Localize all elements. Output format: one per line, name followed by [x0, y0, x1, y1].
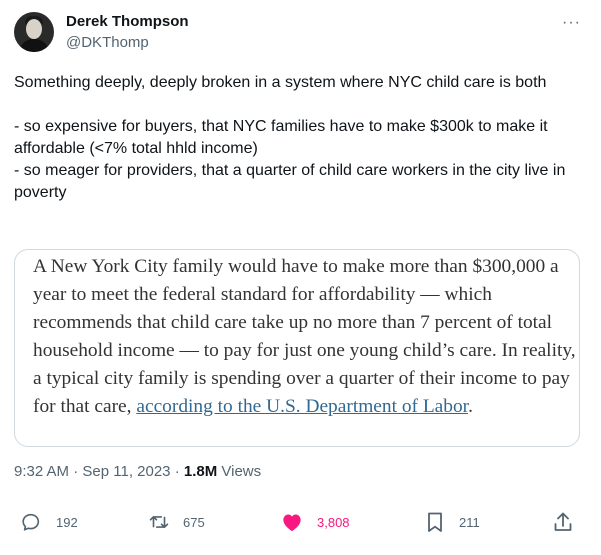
reply-count: 192: [56, 514, 78, 530]
repost-button[interactable]: 675: [147, 508, 205, 536]
more-options-icon[interactable]: ···: [562, 14, 581, 32]
bookmark-icon: [428, 512, 442, 532]
author-handle[interactable]: @DKThomp: [66, 34, 149, 51]
quote-end: .: [468, 396, 473, 417]
author-name[interactable]: Derek Thompson: [66, 13, 189, 30]
like-button[interactable]: 3,808: [281, 508, 350, 536]
tweet-header: Derek Thompson @DKThomp ···: [14, 12, 587, 56]
share-button[interactable]: [553, 508, 573, 536]
like-count: 3,808: [317, 514, 350, 530]
repost-count: 675: [183, 514, 205, 530]
quote-image-card[interactable]: A New York City family would have to mak…: [14, 249, 580, 447]
tweet-time[interactable]: 9:32 AM: [14, 463, 69, 480]
quote-body: A New York City family would have to mak…: [33, 256, 576, 417]
views-label: Views: [217, 463, 262, 480]
quote-link[interactable]: according to the U.S. Department of Labo…: [136, 396, 468, 417]
reply-button[interactable]: 192: [20, 508, 78, 536]
heart-icon: [283, 514, 301, 532]
tweet-meta: 9:32 AM · Sep 11, 2023 · 1.8M Views: [14, 463, 262, 480]
tweet-date[interactable]: Sep 11, 2023: [82, 463, 170, 480]
action-bar: 192 675 3,808 211: [0, 508, 601, 536]
quote-text: A New York City family would have to mak…: [33, 253, 578, 421]
tweet-text: Something deeply, deeply broken in a sys…: [14, 74, 566, 201]
views-count: 1.8M: [183, 463, 218, 480]
bookmark-count: 211: [459, 514, 480, 530]
bookmark-button[interactable]: 211: [426, 508, 480, 536]
repost-icon: [149, 515, 169, 529]
reply-icon: [22, 513, 40, 531]
share-icon: [554, 512, 572, 531]
avatar[interactable]: [14, 12, 54, 52]
